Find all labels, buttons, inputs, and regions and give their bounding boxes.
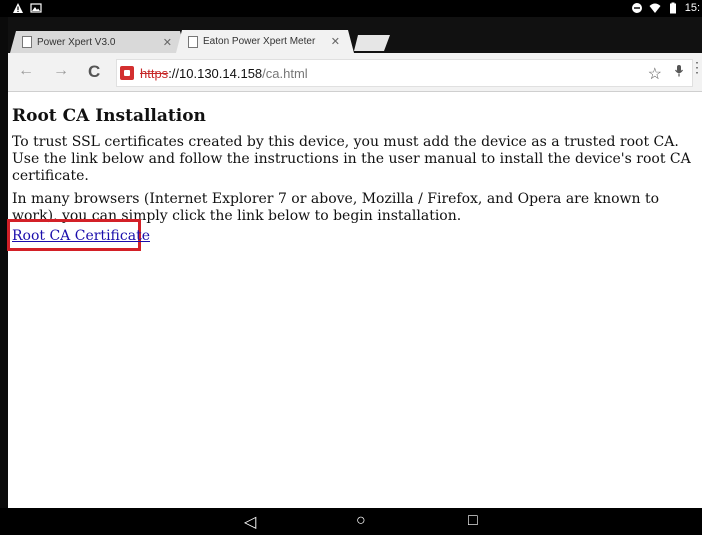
- tab-eaton-meter[interactable]: Eaton Power Xpert Meter ✕: [176, 30, 354, 53]
- page-icon: [22, 36, 32, 48]
- reload-button[interactable]: C: [88, 62, 100, 82]
- page-icon: [188, 36, 198, 48]
- nav-home-button[interactable]: ○: [356, 512, 366, 530]
- do-not-disturb-icon: [631, 2, 643, 14]
- insecure-lock-icon[interactable]: [120, 66, 134, 80]
- close-icon[interactable]: ✕: [163, 36, 172, 49]
- root-ca-certificate-link[interactable]: Root CA Certificate: [12, 228, 150, 244]
- new-tab-button[interactable]: [354, 35, 390, 51]
- page-title: Root CA Installation: [12, 106, 206, 126]
- tab-strip: Power Xpert V3.0 ✕ Eaton Power Xpert Met…: [8, 17, 702, 53]
- nav-back-button[interactable]: ◁: [244, 512, 256, 532]
- intro-paragraph: To trust SSL certificates created by thi…: [12, 134, 691, 184]
- page-content: Root CA Installation To trust SSL certif…: [7, 92, 702, 251]
- nav-recents-button[interactable]: □: [468, 512, 478, 530]
- status-bar: 15:: [0, 0, 702, 17]
- url-scheme: https: [140, 65, 169, 81]
- url-path: /ca.html: [262, 65, 308, 81]
- warning-icon: [12, 2, 24, 14]
- close-icon[interactable]: ✕: [331, 35, 340, 48]
- url-host: ://10.130.14.158: [168, 65, 263, 81]
- android-nav-bar: ◁ ○ □: [0, 508, 702, 535]
- microphone-icon[interactable]: [674, 64, 684, 81]
- address-bar[interactable]: https://10.130.14.158/ca.html ☆: [116, 59, 693, 87]
- image-icon: [30, 2, 42, 14]
- overflow-menu-icon[interactable]: ⋮: [690, 59, 702, 76]
- tab-title: Power Xpert V3.0: [37, 36, 116, 48]
- back-button[interactable]: ←: [18, 62, 34, 80]
- forward-button[interactable]: →: [53, 62, 69, 80]
- status-time: 15:: [684, 2, 700, 14]
- browser-toolbar: ← → C https://10.130.14.158/ca.html ☆ ⋮: [8, 53, 702, 92]
- battery-icon: [667, 2, 679, 14]
- wifi-icon: [649, 2, 661, 14]
- tab-power-xpert[interactable]: Power Xpert V3.0 ✕: [10, 31, 186, 53]
- device-frame: [0, 0, 8, 535]
- tab-title: Eaton Power Xpert Meter: [203, 36, 316, 47]
- bookmark-star-icon[interactable]: ☆: [648, 64, 662, 84]
